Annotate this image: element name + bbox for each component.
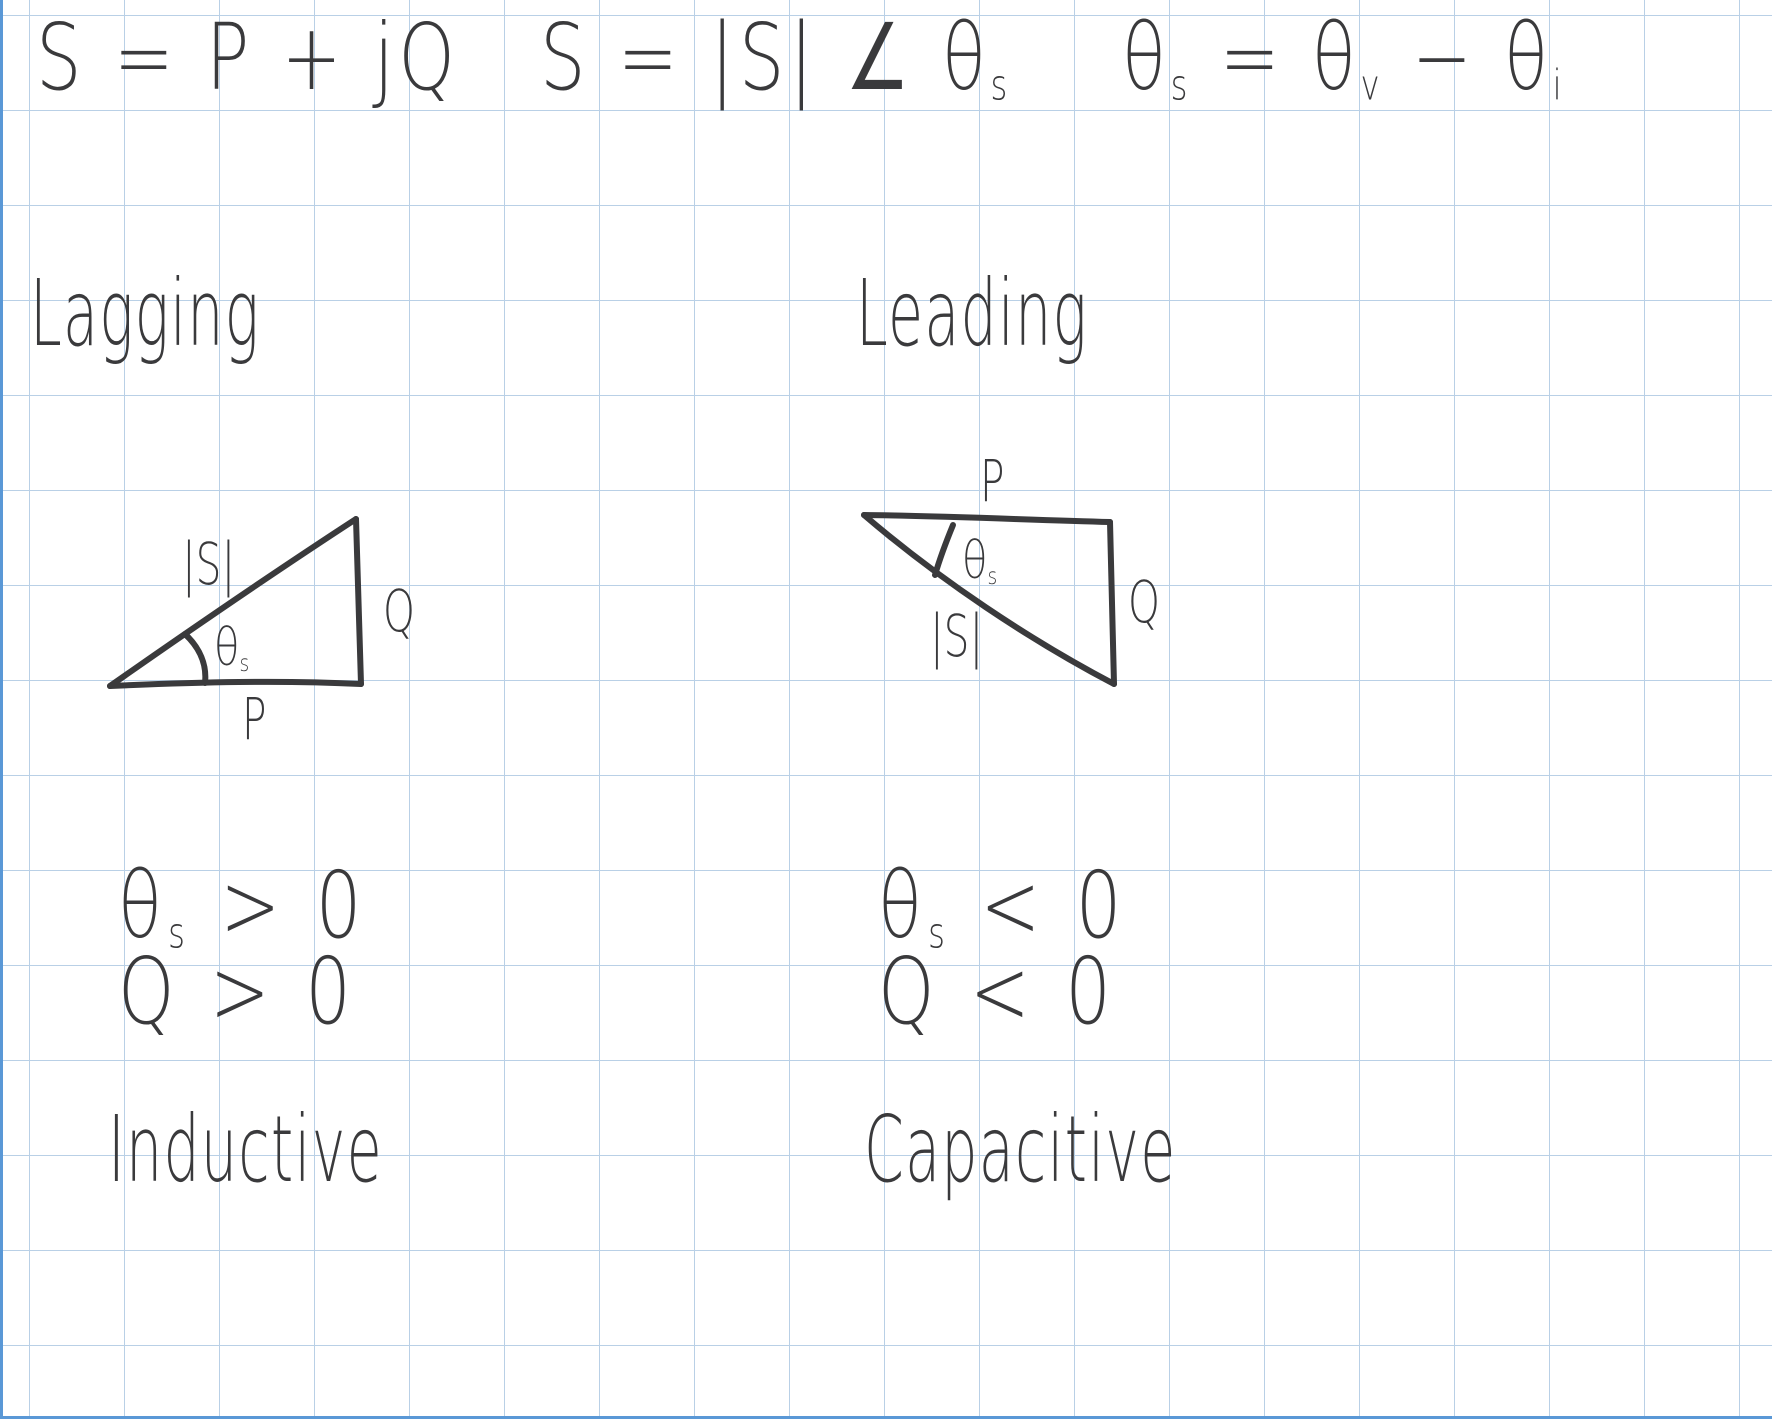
leading-angle-arc: [932, 522, 956, 578]
leading-hypotenuse-label: |S|: [930, 602, 984, 670]
leading-angle-label: θs: [962, 531, 998, 591]
lagging-q-condition: Q > 0: [118, 938, 358, 1045]
leading-adjacent-side: [861, 512, 1113, 525]
leading-type-label: Capacitive: [864, 1096, 1177, 1203]
leading-opposite-side: [1107, 519, 1117, 687]
leading-adjacent-label: P: [980, 447, 1005, 515]
lagging-adjacent-label: P: [242, 685, 267, 753]
graph-paper-canvas: S = P + jQ S = |S| ∠ θs θs = θv − θi Lag…: [0, 0, 1772, 1419]
lagging-angle-label: θs: [214, 618, 250, 678]
lagging-type-label: Inductive: [108, 1096, 383, 1203]
lagging-adjacent-side: [107, 678, 364, 689]
lagging-opposite-label: Q: [383, 577, 415, 645]
lagging-hypotenuse-label: |S|: [182, 530, 236, 598]
lagging-opposite-side: [353, 516, 364, 687]
lagging-angle-arc: [182, 631, 209, 686]
leading-q-condition: Q < 0: [878, 938, 1118, 1045]
leading-opposite-label: Q: [1128, 568, 1160, 636]
